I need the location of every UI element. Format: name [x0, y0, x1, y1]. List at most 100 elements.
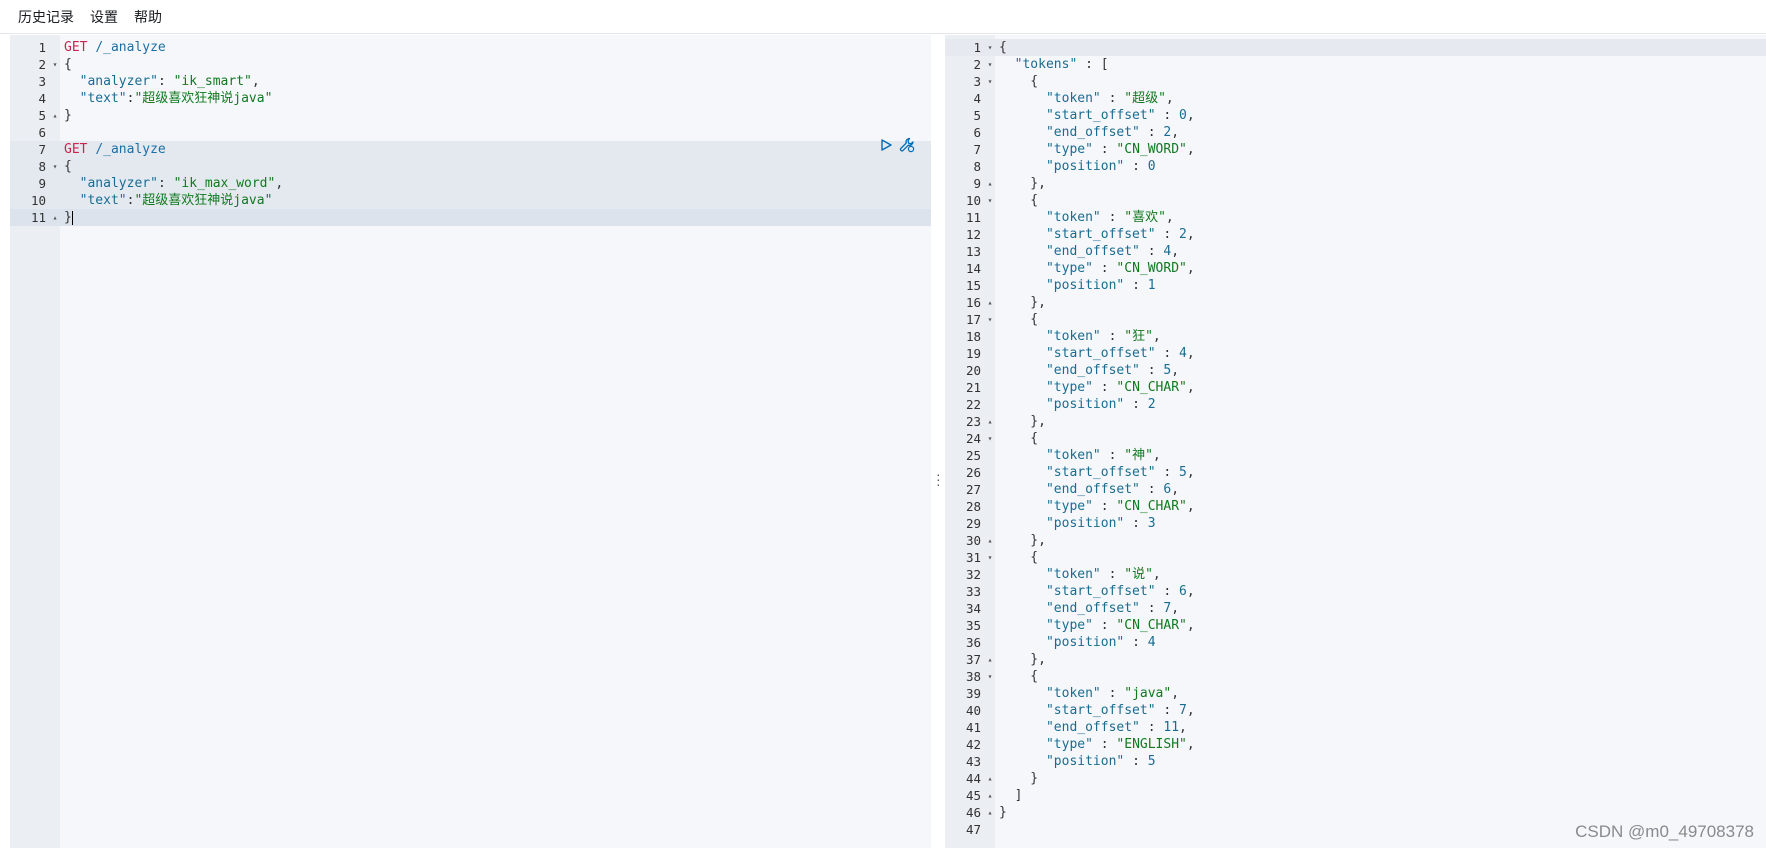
code-token: :: [1124, 397, 1148, 412]
code-line[interactable]: 4 "text":"超级喜欢狂神说java": [10, 90, 931, 107]
code-line[interactable]: 33 "start_offset" : 6,: [945, 583, 1766, 600]
play-icon[interactable]: [879, 138, 893, 152]
fold-close-icon[interactable]: ▴: [985, 787, 995, 804]
line-text: "end_offset" : 6,: [999, 481, 1766, 498]
code-token: "token": [1045, 567, 1101, 582]
fold-open-icon[interactable]: ▾: [985, 668, 995, 685]
menu-help[interactable]: 帮助: [134, 0, 162, 34]
code-line[interactable]: 21 "type" : "CN_CHAR",: [945, 379, 1766, 396]
code-line[interactable]: 37 ▴ },: [945, 651, 1766, 668]
code-line[interactable]: 1 GET /_analyze: [10, 39, 931, 56]
fold-close-icon[interactable]: ▴: [985, 770, 995, 787]
code-line[interactable]: 46 ▴}: [945, 804, 1766, 821]
code-line[interactable]: 8 ▾ {: [10, 158, 931, 175]
menu-settings[interactable]: 设置: [90, 0, 118, 34]
code-line[interactable]: 20 "end_offset" : 5,: [945, 362, 1766, 379]
code-line[interactable]: 40 "start_offset" : 7,: [945, 702, 1766, 719]
code-line[interactable]: 1 ▾ {: [945, 39, 1766, 56]
code-line[interactable]: 32 "token" : "说",: [945, 566, 1766, 583]
fold-open-icon[interactable]: ▾: [50, 158, 60, 175]
line-number: 31: [965, 550, 981, 565]
panel-splitter[interactable]: · · ·: [931, 35, 945, 848]
code-line[interactable]: 43 "position" : 5: [945, 753, 1766, 770]
code-line[interactable]: 39 "token" : "java",: [945, 685, 1766, 702]
code-line[interactable]: 14 "type" : "CN_WORD",: [945, 260, 1766, 277]
wrench-icon[interactable]: [899, 137, 915, 153]
fold-close-icon[interactable]: ▴: [985, 294, 995, 311]
code-line[interactable]: 3 "analyzer": "ik_smart",: [10, 73, 931, 90]
fold-close-icon[interactable]: ▴: [985, 413, 995, 430]
code-line[interactable]: 22 "position" : 2: [945, 396, 1766, 413]
fold-close-icon[interactable]: ▴: [985, 651, 995, 668]
code-line[interactable]: 38 ▾ {: [945, 668, 1766, 685]
code-line[interactable]: 35 "type" : "CN_CHAR",: [945, 617, 1766, 634]
code-line[interactable]: 5 "start_offset" : 0,: [945, 107, 1766, 124]
fold-open-icon[interactable]: ▾: [985, 430, 995, 447]
request-editor[interactable]: 1 GET /_analyze 2 ▾ {3 "analyzer": "ik_smart…: [10, 35, 931, 848]
code-line[interactable]: 18 "token" : "狂",: [945, 328, 1766, 345]
fold-close-icon[interactable]: ▴: [50, 107, 60, 124]
code-line[interactable]: 10 ▾ {: [945, 192, 1766, 209]
code-line[interactable]: 26 "start_offset" : 5,: [945, 464, 1766, 481]
code-line[interactable]: 45 ▴ ]: [945, 787, 1766, 804]
fold-open-icon[interactable]: ▾: [985, 192, 995, 209]
code-line[interactable]: 29 "position" : 3: [945, 515, 1766, 532]
code-line[interactable]: 23 ▴ },: [945, 413, 1766, 430]
fold-open-icon[interactable]: ▾: [985, 73, 995, 90]
code-line[interactable]: 44 ▴ }: [945, 770, 1766, 787]
code-line[interactable]: 31 ▾ {: [945, 549, 1766, 566]
fold-open-icon[interactable]: ▾: [985, 39, 995, 56]
code-line[interactable]: 27 "end_offset" : 6,: [945, 481, 1766, 498]
code-line[interactable]: 13 "end_offset" : 4,: [945, 243, 1766, 260]
fold-close-icon[interactable]: ▴: [985, 175, 995, 192]
code-line[interactable]: 24 ▾ {: [945, 430, 1766, 447]
code-line[interactable]: 30 ▴ },: [945, 532, 1766, 549]
line-number: 45: [965, 788, 981, 803]
fold-open-icon[interactable]: ▾: [985, 549, 995, 566]
code-line[interactable]: 36 "position" : 4: [945, 634, 1766, 651]
code-line[interactable]: 42 "type" : "ENGLISH",: [945, 736, 1766, 753]
code-line[interactable]: 25 "token" : "神",: [945, 447, 1766, 464]
code-line[interactable]: 2 ▾ {: [10, 56, 931, 73]
code-line[interactable]: 10 "text":"超级喜欢狂神说java": [10, 192, 931, 209]
fold-open-icon[interactable]: ▾: [985, 311, 995, 328]
code-line[interactable]: 19 "start_offset" : 4,: [945, 345, 1766, 362]
code-line[interactable]: 3 ▾ {: [945, 73, 1766, 90]
code-line[interactable]: 5 ▴}: [10, 107, 931, 124]
code-token: :: [1124, 159, 1148, 174]
menu-history[interactable]: 历史记录: [18, 0, 74, 34]
response-code: 1 ▾{2 ▾ "tokens" : [3 ▾ {4 "token" : "超级", 5…: [945, 35, 1766, 838]
code-line[interactable]: 11 ▴}: [10, 209, 931, 226]
code-line[interactable]: 7 GET /_analyze: [10, 141, 931, 158]
code-line[interactable]: 15 "position" : 1: [945, 277, 1766, 294]
line-number: 5: [38, 108, 46, 123]
code-line[interactable]: 16 ▴ },: [945, 294, 1766, 311]
code-line[interactable]: 34 "end_offset" : 7,: [945, 600, 1766, 617]
code-line[interactable]: 9 "analyzer": "ik_max_word",: [10, 175, 931, 192]
code-line[interactable]: 6: [10, 124, 931, 141]
code-token: ,: [1152, 329, 1161, 344]
code-line[interactable]: 28 "type" : "CN_CHAR",: [945, 498, 1766, 515]
code-line[interactable]: 11 "token" : "喜欢",: [945, 209, 1766, 226]
request-code[interactable]: 1 GET /_analyze 2 ▾ {3 "analyzer": "ik_smart…: [10, 35, 931, 226]
response-editor[interactable]: 1 ▾{2 ▾ "tokens" : [3 ▾ {4 "token" : "超级", 5…: [945, 35, 1766, 848]
fold-open-icon[interactable]: ▾: [985, 56, 995, 73]
code-line[interactable]: 17 ▾ {: [945, 311, 1766, 328]
drag-handle-icon[interactable]: · · ·: [936, 467, 941, 491]
code-line[interactable]: 7 "type" : "CN_WORD",: [945, 141, 1766, 158]
code-line[interactable]: 6 "end_offset" : 2,: [945, 124, 1766, 141]
code-line[interactable]: 8 "position" : 0: [945, 158, 1766, 175]
code-line[interactable]: 12 "start_offset" : 2,: [945, 226, 1766, 243]
code-line[interactable]: 2 ▾ "tokens" : [: [945, 56, 1766, 73]
code-line[interactable]: 41 "end_offset" : 11,: [945, 719, 1766, 736]
fold-close-icon[interactable]: ▴: [985, 804, 995, 821]
fold-open-icon[interactable]: ▾: [50, 56, 60, 73]
code-line[interactable]: 4 "token" : "超级",: [945, 90, 1766, 107]
fold-close-icon[interactable]: ▴: [50, 209, 60, 226]
fold-close-icon[interactable]: ▴: [985, 532, 995, 549]
code-line[interactable]: 9 ▴ },: [945, 175, 1766, 192]
